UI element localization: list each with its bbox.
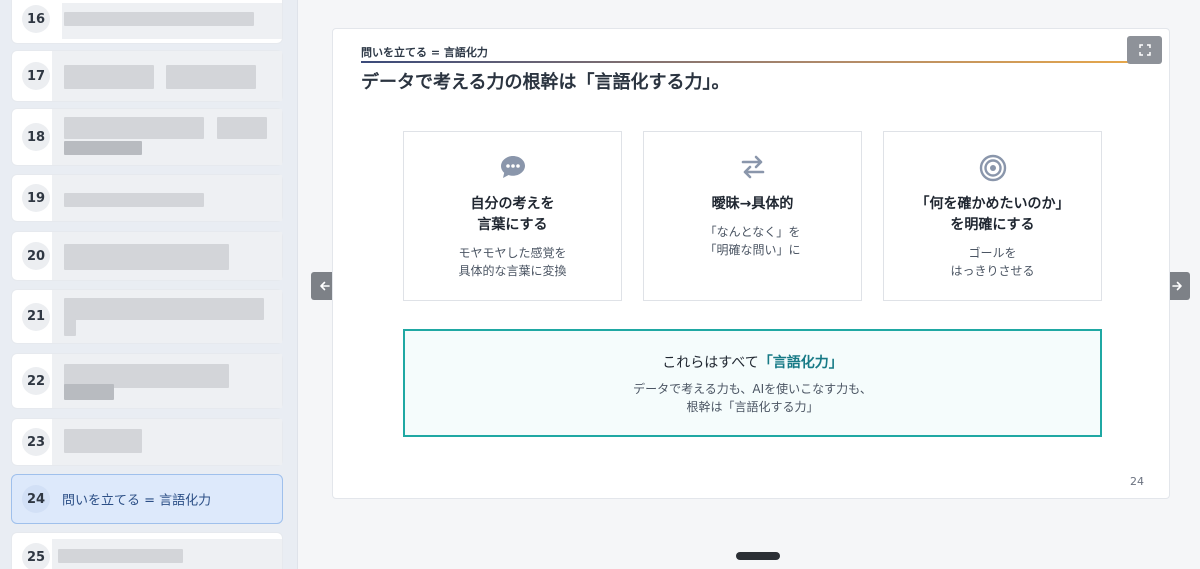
blurred-text [64, 244, 229, 270]
slide-number: 19 [22, 184, 50, 212]
blurred-text [217, 117, 267, 139]
blurred-text [64, 12, 254, 26]
slide-number: 22 [22, 367, 50, 395]
slide-number: 21 [22, 302, 50, 331]
card-title: 「何を確かめたいのか」 を明確にする [915, 196, 1070, 233]
arrow-right-icon [1171, 281, 1182, 291]
slide-number: 25 [22, 543, 50, 569]
card-subtitle: モヤモヤした感覚を 具体的な言葉に変換 [458, 246, 567, 278]
fullscreen-icon [1138, 44, 1151, 56]
blurred-text [64, 141, 142, 155]
slide-number: 24 [22, 485, 50, 513]
slide-canvas: 問いを立てる = 言語化力 データで考える力の根幹は「言語化する力」。 自分の考… [332, 28, 1170, 499]
blurred-text [64, 65, 154, 89]
summary-lead: これらはすべて「言語化力」 [662, 355, 843, 371]
card-title: 自分の考えを 言葉にする [470, 196, 555, 233]
slide-number: 18 [22, 123, 50, 151]
summary-body: データで考える力も、AIを使いこなす力も、 根幹は「言語化する力」 [633, 382, 872, 414]
slide-title: 問いを立てる = 言語化力 [62, 493, 212, 509]
blurred-text [64, 193, 204, 207]
slide-thumbnail-16[interactable]: 16 [11, 0, 283, 44]
slide-thumbnail-17[interactable]: 17 [11, 50, 283, 102]
target-icon [979, 154, 1007, 186]
swap-arrows-icon [739, 154, 767, 184]
blurred-text [64, 384, 114, 400]
slide-thumbnail-23[interactable]: 23 [11, 418, 283, 466]
slide-kicker: 問いを立てる = 言語化力 [361, 46, 488, 59]
speech-bubble-icon [499, 154, 527, 184]
concept-card-verbalize: 自分の考えを 言葉にする モヤモヤした感覚を 具体的な言葉に変換 [403, 131, 622, 301]
blurred-text [64, 298, 264, 320]
card-subtitle: ゴールを はっきりさせる [950, 246, 1035, 278]
summary-callout: これらはすべて「言語化力」 データで考える力も、AIを使いこなす力も、 根幹は「… [403, 329, 1102, 437]
slide-thumbnail-18[interactable]: 18 [11, 108, 283, 166]
slide-sidebar: 16 17 18 19 20 21 22 23 24 問いを立てる = 言語化力… [0, 0, 298, 569]
slide-number: 23 [22, 428, 50, 456]
blurred-text [64, 429, 142, 453]
blurred-text [64, 314, 76, 336]
card-title: 曖昧→具体的 [711, 196, 794, 212]
bottom-drag-handle[interactable] [736, 552, 780, 560]
arrow-left-icon [319, 281, 330, 291]
slide-thumbnail-25[interactable]: 25 [11, 532, 283, 569]
card-subtitle: 「なんとなく」を 「明確な問い」に [704, 225, 801, 257]
slide-number: 20 [22, 242, 50, 270]
concept-card-goal: 「何を確かめたいのか」 を明確にする ゴールを はっきりさせる [883, 131, 1102, 301]
slide-thumbnail-22[interactable]: 22 [11, 353, 283, 409]
slide-number: 16 [22, 5, 50, 33]
slide-thumbnail-20[interactable]: 20 [11, 231, 283, 281]
slide-thumbnail-24[interactable]: 24 問いを立てる = 言語化力 [11, 474, 283, 524]
slide-headline: データで考える力の根幹は「言語化する力」。 [361, 72, 730, 93]
slide-thumbnail-21[interactable]: 21 [11, 289, 283, 344]
blurred-text [64, 117, 204, 139]
blurred-text [166, 65, 256, 89]
slide-number: 17 [22, 62, 50, 90]
concept-card-concrete: 曖昧→具体的 「なんとなく」を 「明確な問い」に [643, 131, 862, 301]
kicker-divider [361, 61, 1143, 63]
blurred-text [58, 549, 183, 563]
summary-accent: 「言語化力」 [758, 355, 843, 371]
fullscreen-button[interactable] [1127, 36, 1162, 64]
slide-page-number: 24 [1130, 475, 1144, 488]
slide-thumbnail-19[interactable]: 19 [11, 174, 283, 222]
